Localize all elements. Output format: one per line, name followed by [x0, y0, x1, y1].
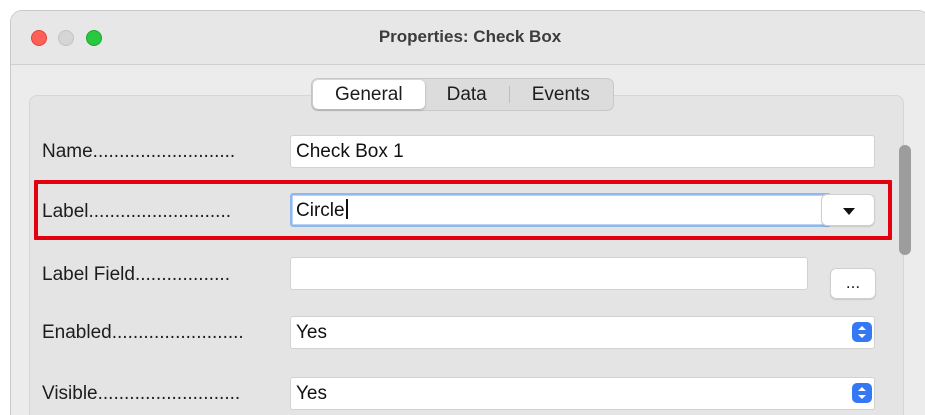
title-bar: Properties: Check Box — [11, 11, 925, 65]
label-field-label: Label Field.................. — [42, 264, 230, 285]
label-field-input[interactable] — [290, 257, 808, 290]
visible-label: Visible........................... — [42, 383, 241, 404]
triangle-down-icon — [843, 208, 855, 215]
chevron-up-icon — [858, 326, 866, 330]
label-field[interactable]: Circle — [290, 193, 831, 227]
enabled-select-value: Yes — [296, 322, 327, 343]
tab-data[interactable]: Data — [425, 80, 509, 109]
label-field-value: Circle — [296, 200, 345, 221]
visible-select-value: Yes — [296, 383, 327, 404]
tab-general[interactable]: General — [313, 80, 425, 109]
label-dropdown-button[interactable] — [821, 194, 875, 226]
name-field[interactable]: Check Box 1 — [290, 135, 875, 168]
visible-select[interactable]: Yes — [290, 377, 875, 410]
properties-dialog: Properties: Check Box General Data Event… — [10, 10, 925, 415]
enabled-stepper-icon[interactable] — [852, 322, 872, 342]
visible-stepper-icon[interactable] — [852, 383, 872, 403]
label-label: Label........................... — [42, 201, 232, 222]
vertical-scrollbar[interactable] — [899, 145, 911, 255]
enabled-select[interactable]: Yes — [290, 316, 875, 349]
chevron-down-icon — [858, 334, 866, 338]
name-label: Name........................... — [42, 141, 236, 162]
enabled-label: Enabled......................... — [42, 322, 244, 343]
window-title: Properties: Check Box — [378, 27, 562, 46]
tab-bar: General Data Events — [311, 78, 614, 111]
label-field-browse-button[interactable]: ... — [830, 268, 876, 299]
chevron-up-icon — [858, 387, 866, 391]
text-cursor — [345, 199, 348, 219]
name-field-value: Check Box 1 — [296, 141, 404, 162]
tab-events[interactable]: Events — [510, 80, 612, 109]
chevron-down-icon — [858, 395, 866, 399]
